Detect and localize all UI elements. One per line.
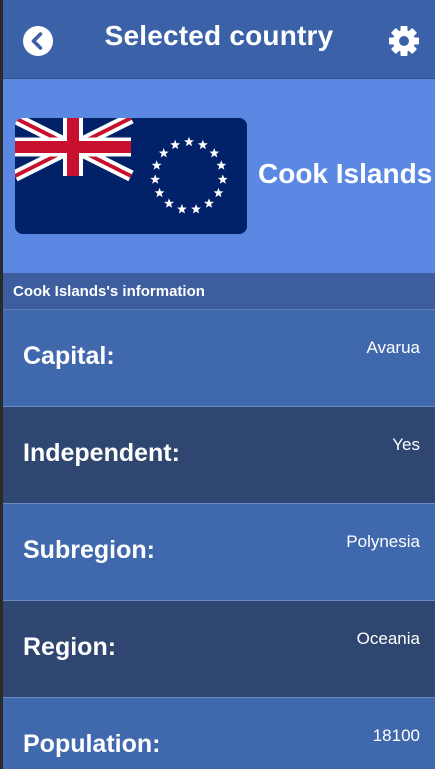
info-label: Region: [23, 633, 117, 661]
info-value: Polynesia [346, 532, 420, 551]
page-title: Selected country [104, 20, 334, 51]
info-value: 18100 [372, 726, 420, 745]
info-value: Avarua [366, 338, 420, 357]
country-name: Cook Islands [258, 158, 433, 189]
info-value: Yes [392, 435, 420, 454]
info-value: Oceania [356, 629, 420, 648]
information-list: Capital: Avarua Independent: Yes Subregi… [3, 310, 435, 769]
app-screen: Selected country Cook Islands Cook Islan… [3, 0, 435, 769]
gear-icon [389, 26, 419, 56]
information-heading: Cook Islands's information [3, 273, 435, 310]
top-bar: Selected country [3, 0, 435, 79]
info-row-independent: Independent: Yes [3, 407, 435, 504]
settings-button[interactable] [387, 24, 421, 58]
info-label: Subregion: [23, 536, 155, 564]
info-row-capital: Capital: Avarua [3, 310, 435, 407]
info-row-region: Region: Oceania [3, 601, 435, 698]
information-heading-text: Cook Islands's information [13, 283, 205, 300]
info-label: Capital: [23, 342, 115, 370]
info-label: Population: [23, 730, 161, 758]
country-flag [15, 118, 247, 234]
country-banner: Cook Islands [3, 79, 435, 273]
info-label: Independent: [23, 439, 180, 467]
info-row-subregion: Subregion: Polynesia [3, 504, 435, 601]
cook-islands-flag-icon [15, 118, 247, 234]
info-row-population: Population: 18100 [3, 698, 435, 769]
